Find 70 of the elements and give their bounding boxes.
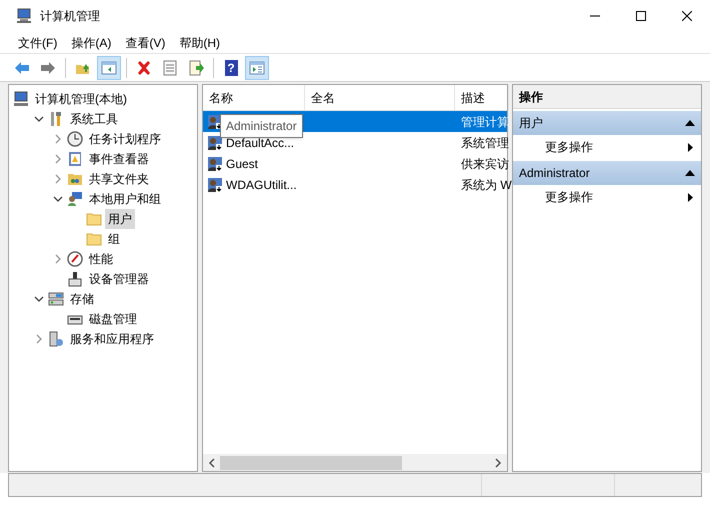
tools-icon [48, 111, 64, 127]
tree-item[interactable]: 计算机管理(本地) [32, 89, 130, 109]
actions-title: 操作 [513, 85, 701, 109]
tooltip: Administrator [220, 114, 303, 138]
back-arrow-icon [14, 60, 30, 76]
user-icon [207, 176, 223, 192]
properties-icon [162, 60, 178, 76]
user-description: 系统管理 [460, 134, 509, 152]
export-icon [188, 60, 204, 76]
section-header[interactable]: Administrator [513, 161, 701, 185]
column-header[interactable]: 描述 [455, 85, 509, 110]
computer-icon [13, 91, 29, 107]
tree-item[interactable]: 组 [105, 229, 123, 249]
user-name: WDAGUtilit... [226, 176, 297, 194]
maximize-icon [636, 11, 646, 21]
table-row[interactable]: Guest 供来宾访 [203, 153, 507, 174]
user-icon [207, 156, 223, 172]
scroll-left-icon[interactable] [208, 458, 215, 468]
tree-item[interactable]: 事件查看器 [86, 149, 152, 169]
storage-icon [48, 291, 64, 307]
close-icon [682, 11, 692, 21]
folder-icon [86, 211, 102, 227]
user-icon [207, 134, 223, 150]
gauge-icon [67, 251, 83, 267]
user-description: 系统为 W [460, 176, 512, 194]
tree-item[interactable]: 性能 [86, 249, 116, 269]
shared-folder-icon [67, 171, 83, 187]
user-description: 供来宾访 [460, 156, 509, 172]
tree-item[interactable]: 共享文件夹 [86, 169, 152, 189]
collapse-triangle-icon[interactable] [685, 120, 695, 126]
delete-icon [136, 60, 152, 76]
section-title: Administrator [519, 165, 591, 182]
column-header[interactable]: 全名 [305, 85, 455, 110]
action-link[interactable]: 更多操作 [545, 138, 688, 156]
collapse-triangle-icon[interactable] [685, 170, 695, 176]
clock-icon [67, 131, 83, 147]
panel-button[interactable] [245, 56, 269, 80]
menu-item[interactable]: 查看(V) [119, 32, 172, 54]
user-name: Guest [226, 156, 258, 172]
horizontal-scrollbar[interactable] [203, 454, 507, 471]
tree-item[interactable]: 任务计划程序 [86, 129, 164, 149]
panel-icon [101, 60, 117, 76]
help-label: ? [224, 60, 238, 76]
panel-icon [249, 60, 265, 76]
folder-icon [86, 231, 102, 247]
help-button[interactable]: ? [219, 56, 243, 80]
tree-item[interactable]: 系统工具 [67, 109, 121, 129]
computer-icon [16, 8, 32, 24]
submenu-arrow-icon[interactable] [688, 192, 693, 202]
tree-item[interactable]: 用户 [105, 209, 135, 229]
forward-arrow-icon [40, 60, 56, 76]
panel-button[interactable] [97, 56, 121, 80]
action-link[interactable]: 更多操作 [545, 188, 688, 206]
device-icon [67, 271, 83, 287]
users-icon [67, 191, 83, 207]
column-header[interactable]: 名称 [203, 85, 305, 110]
tree-item[interactable]: 服务和应用程序 [67, 329, 157, 349]
menu-item[interactable]: 帮助(H) [173, 32, 226, 54]
tree-item[interactable]: 本地用户和组 [86, 189, 164, 209]
menu-item[interactable]: 文件(F) [12, 32, 64, 54]
tree-item[interactable]: 磁盘管理 [86, 309, 140, 329]
tree-item[interactable]: 设备管理器 [86, 269, 152, 289]
tree-item[interactable]: 存储 [67, 289, 97, 309]
scrollbar-thumb[interactable] [220, 456, 402, 470]
section-title: 用户 [519, 115, 544, 132]
scroll-right-icon[interactable] [495, 458, 502, 468]
section-header[interactable]: 用户 [513, 111, 701, 135]
window-title: 计算机管理 [40, 8, 100, 25]
submenu-arrow-icon[interactable] [688, 142, 693, 152]
menu-item[interactable]: 操作(A) [65, 32, 118, 54]
